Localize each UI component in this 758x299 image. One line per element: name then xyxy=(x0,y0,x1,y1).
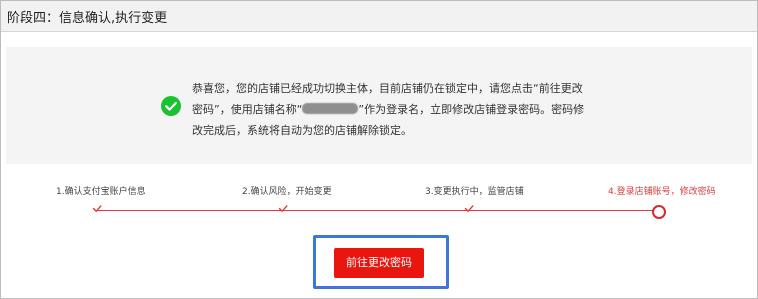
step-2-check-icon xyxy=(278,205,288,212)
step-1-check-icon xyxy=(92,205,102,212)
step-3-label: 3.变更执行中，监管店铺 xyxy=(425,187,524,197)
progress-line xyxy=(97,210,660,211)
step-1-label: 1.确认支付宝账户信息 xyxy=(56,187,146,197)
step-4-current-marker xyxy=(652,205,666,219)
notice-message: 恭喜您，您的店铺已经成功切换主体，目前店铺仍在锁定中，请您点击“前往更改密码”，… xyxy=(192,78,587,141)
redacted-shop-name xyxy=(302,103,359,114)
stage-header: 阶段四：信息确认,执行变更 xyxy=(1,1,757,32)
go-change-password-button[interactable]: 前往更改密码 xyxy=(334,248,424,278)
step-2-label: 2.确认风险，开始变更 xyxy=(242,187,332,197)
stage-title: 阶段四：信息确认,执行变更 xyxy=(7,11,168,26)
success-check-icon xyxy=(161,96,181,116)
step-3-check-icon xyxy=(464,205,474,212)
step-4-label: 4.登录店铺账号，修改密码 xyxy=(608,187,716,197)
